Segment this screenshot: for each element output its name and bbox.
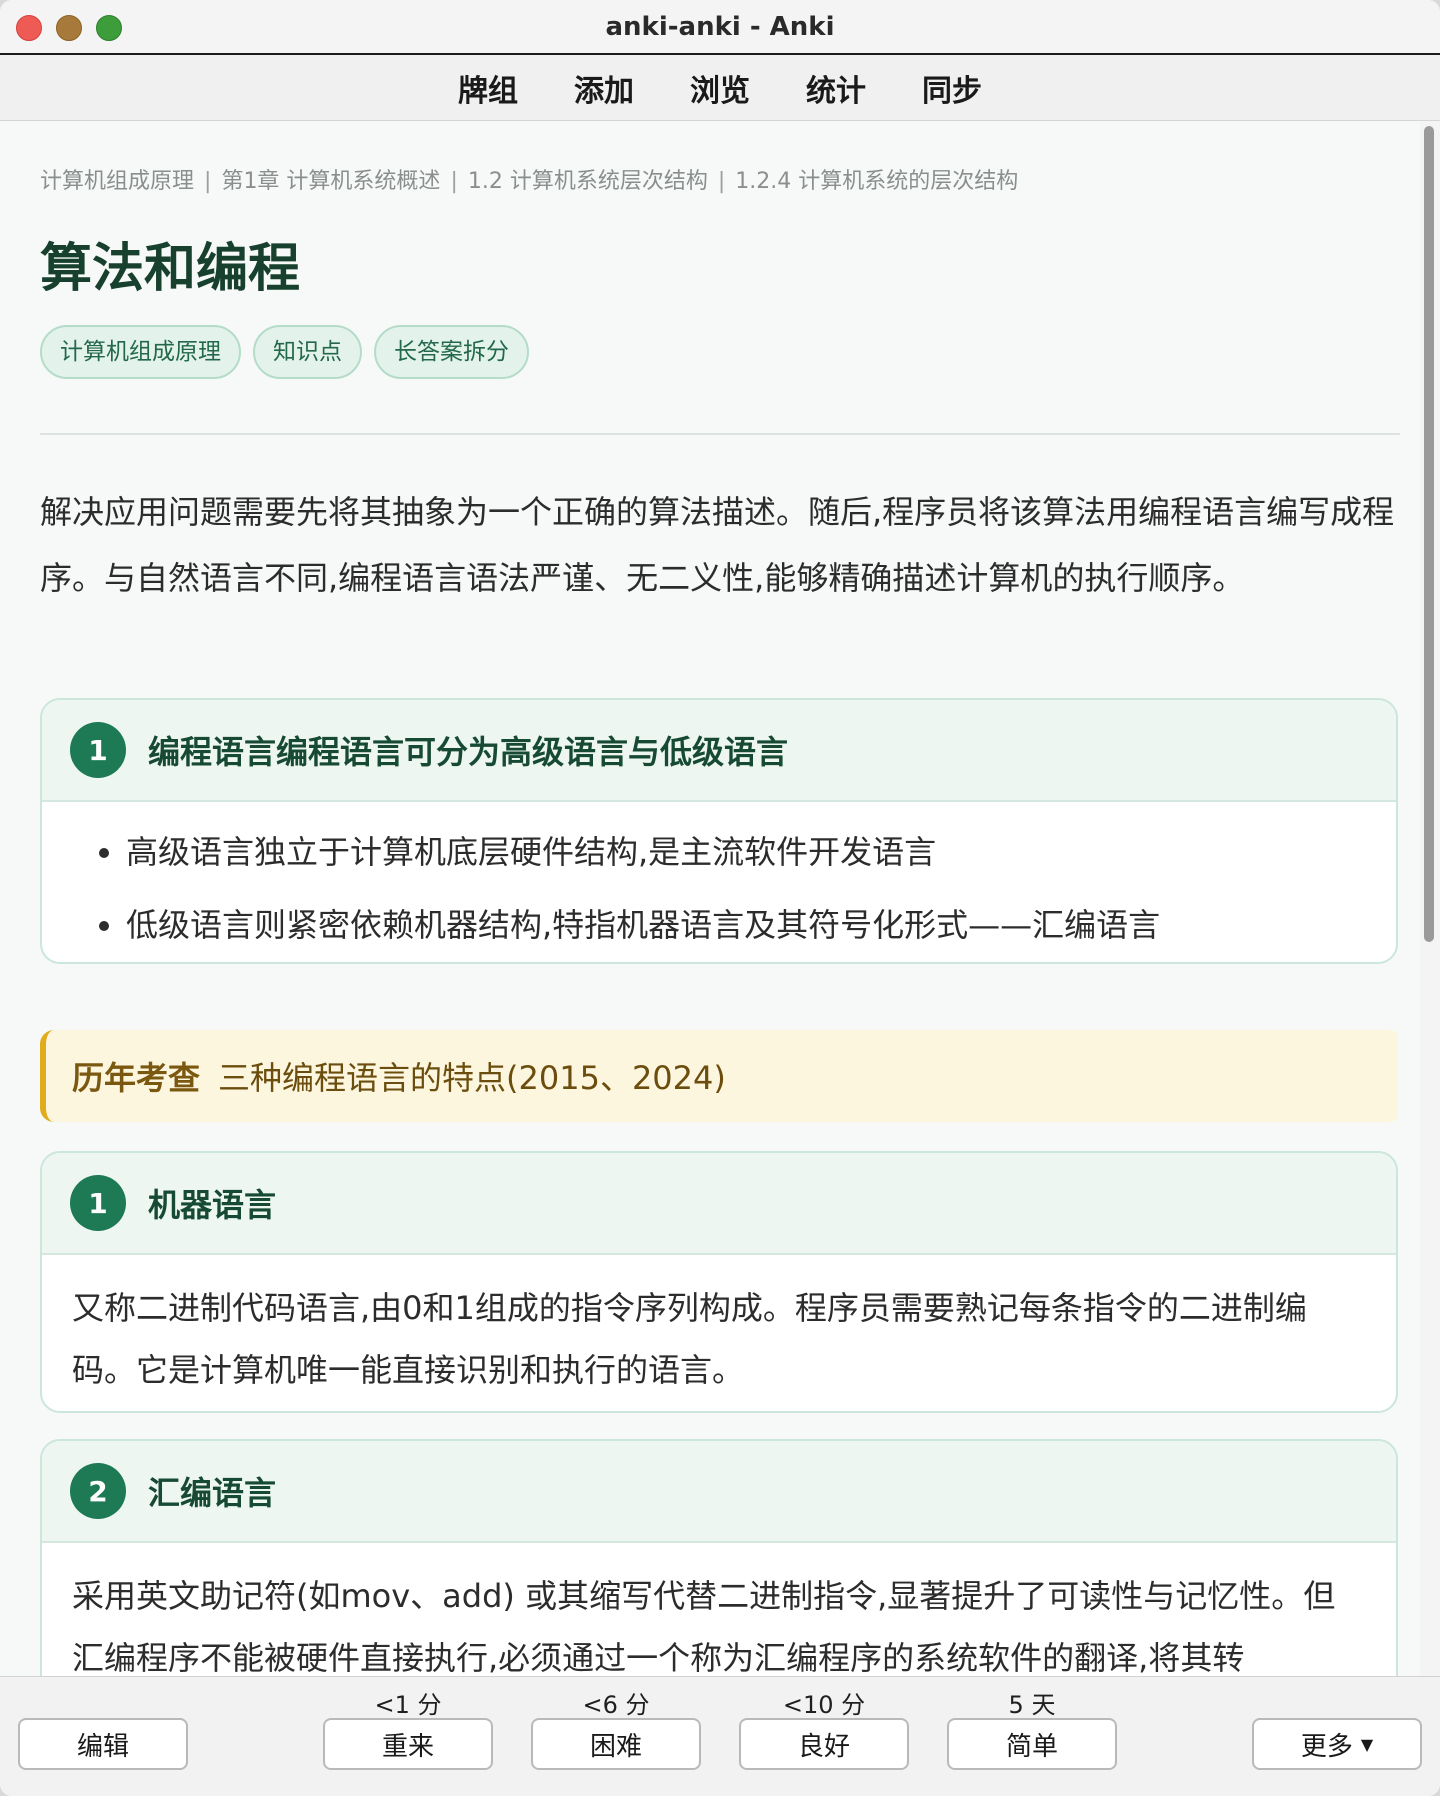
main-toolbar: 牌组 添加 浏览 统计 同步 (0, 55, 1440, 121)
interval-label: 5 天 (1008, 1691, 1056, 1719)
section-body: 高级语言独立于计算机底层硬件结构,是主流软件开发语言 低级语言则紧密依赖机器结构… (42, 802, 1396, 962)
section-number-badge: 2 (70, 1463, 126, 1519)
window-title: anki-anki - Anki (605, 12, 835, 42)
easy-button[interactable]: 简单 (947, 1718, 1117, 1770)
section-card-machine-language: 1 机器语言 又称二进制代码语言,由0和1组成的指令序列构成。程序员需要熟记每条… (40, 1151, 1398, 1413)
section-title: 编程语言编程语言可分为高级语言与低级语言 (148, 733, 789, 771)
exam-label: 历年考查 (72, 1059, 201, 1097)
intro-paragraph: 解决应用问题需要先将其抽象为一个正确的算法描述。随后,程序员将该算法用编程语言编… (40, 493, 1395, 597)
bullet-list: 高级语言独立于计算机底层硬件结构,是主流软件开发语言 低级语言则紧密依赖机器结构… (72, 816, 1366, 962)
section-header: 2 汇编语言 (42, 1441, 1396, 1543)
anki-window: anki-anki - Anki 牌组 添加 浏览 统计 同步 计算机组成原理 |… (0, 0, 1440, 1796)
tag: 知识点 (253, 325, 362, 379)
edit-button[interactable]: 编辑 (18, 1718, 188, 1770)
hard-button[interactable]: 困难 (531, 1718, 701, 1770)
tag-list: 计算机组成原理 知识点 长答案拆分 (40, 325, 529, 379)
exam-callout: 历年考查 三种编程语言的特点(2015、2024) (40, 1030, 1398, 1122)
section-number-badge: 1 (70, 1175, 126, 1231)
breadcrumb-separator: | (204, 169, 212, 194)
section-card-assembly-language: 2 汇编语言 采用英文助记符(如mov、add) 或其缩写代替二进制指令,显著提… (40, 1439, 1398, 1676)
tag: 计算机组成原理 (40, 325, 241, 379)
list-item: 低级语言则紧密依赖机器结构,特指机器语言及其符号化形式——汇编语言 (126, 889, 1366, 962)
toolbar-sync[interactable]: 同步 (894, 66, 1010, 110)
section-body: 又称二进制代码语言,由0和1组成的指令序列构成。程序员需要熟记每条指令的二进制编… (72, 1289, 1307, 1389)
section-number-badge: 1 (70, 722, 126, 778)
scrollbar-thumb[interactable] (1424, 126, 1434, 942)
more-label: 更多 (1300, 1731, 1353, 1762)
more-button[interactable]: 更多 ▼ (1252, 1718, 1422, 1770)
toolbar-stats[interactable]: 统计 (778, 66, 894, 110)
breadcrumb-separator: | (717, 169, 726, 194)
interval-label: <10 分 (782, 1691, 866, 1719)
interval-label: <1 分 (374, 1691, 442, 1719)
section-body: 采用英文助记符(如mov、add) 或其缩写代替二进制指令,显著提升了可读性与记… (72, 1577, 1336, 1676)
divider (40, 433, 1400, 435)
interval-label: <6 分 (582, 1691, 650, 1719)
section-header: 1 机器语言 (42, 1153, 1396, 1255)
breadcrumb: 计算机组成原理 | 第1章 计算机系统概述 | 1.2 计算机系统层次结构 | 1.2.4 … (40, 163, 1018, 195)
chevron-down-icon: ▼ (1360, 1734, 1374, 1754)
title-bar: anki-anki - Anki (0, 0, 1440, 55)
section-card-languages: 1 编程语言编程语言可分为高级语言与低级语言 高级语言独立于计算机底层硬件结构,… (40, 698, 1398, 964)
section-header: 1 编程语言编程语言可分为高级语言与低级语言 (42, 700, 1396, 802)
breadcrumb-separator: | (450, 169, 458, 194)
good-button[interactable]: 良好 (739, 1718, 909, 1770)
answer-bar: 编辑 <1 分 重来 <6 分 困难 <10 分 良好 5 天 简单 更多 ▼ (0, 1676, 1440, 1796)
breadcrumb-item: 1.2 计算机系统层次结构 (467, 169, 708, 194)
toolbar-decks[interactable]: 牌组 (430, 66, 546, 110)
exam-text: 三种编程语言的特点(2015、2024) (218, 1059, 726, 1097)
toolbar-browse[interactable]: 浏览 (662, 66, 778, 110)
toolbar-add[interactable]: 添加 (546, 66, 662, 110)
list-item: 高级语言独立于计算机底层硬件结构,是主流软件开发语言 (126, 816, 1366, 889)
breadcrumb-item: 计算机组成原理 (40, 169, 195, 194)
breadcrumb-item: 第1章 计算机系统概述 (221, 169, 441, 194)
again-button[interactable]: 重来 (323, 1718, 493, 1770)
section-title: 汇编语言 (148, 1474, 277, 1512)
tag: 长答案拆分 (374, 325, 529, 379)
breadcrumb-item: 1.2.4 计算机系统的层次结构 (735, 169, 1019, 194)
card-content: 计算机组成原理 | 第1章 计算机系统概述 | 1.2 计算机系统层次结构 | 1.2.4 … (0, 121, 1420, 1676)
section-title: 机器语言 (148, 1186, 277, 1224)
card-title: 算法和编程 (40, 239, 301, 299)
